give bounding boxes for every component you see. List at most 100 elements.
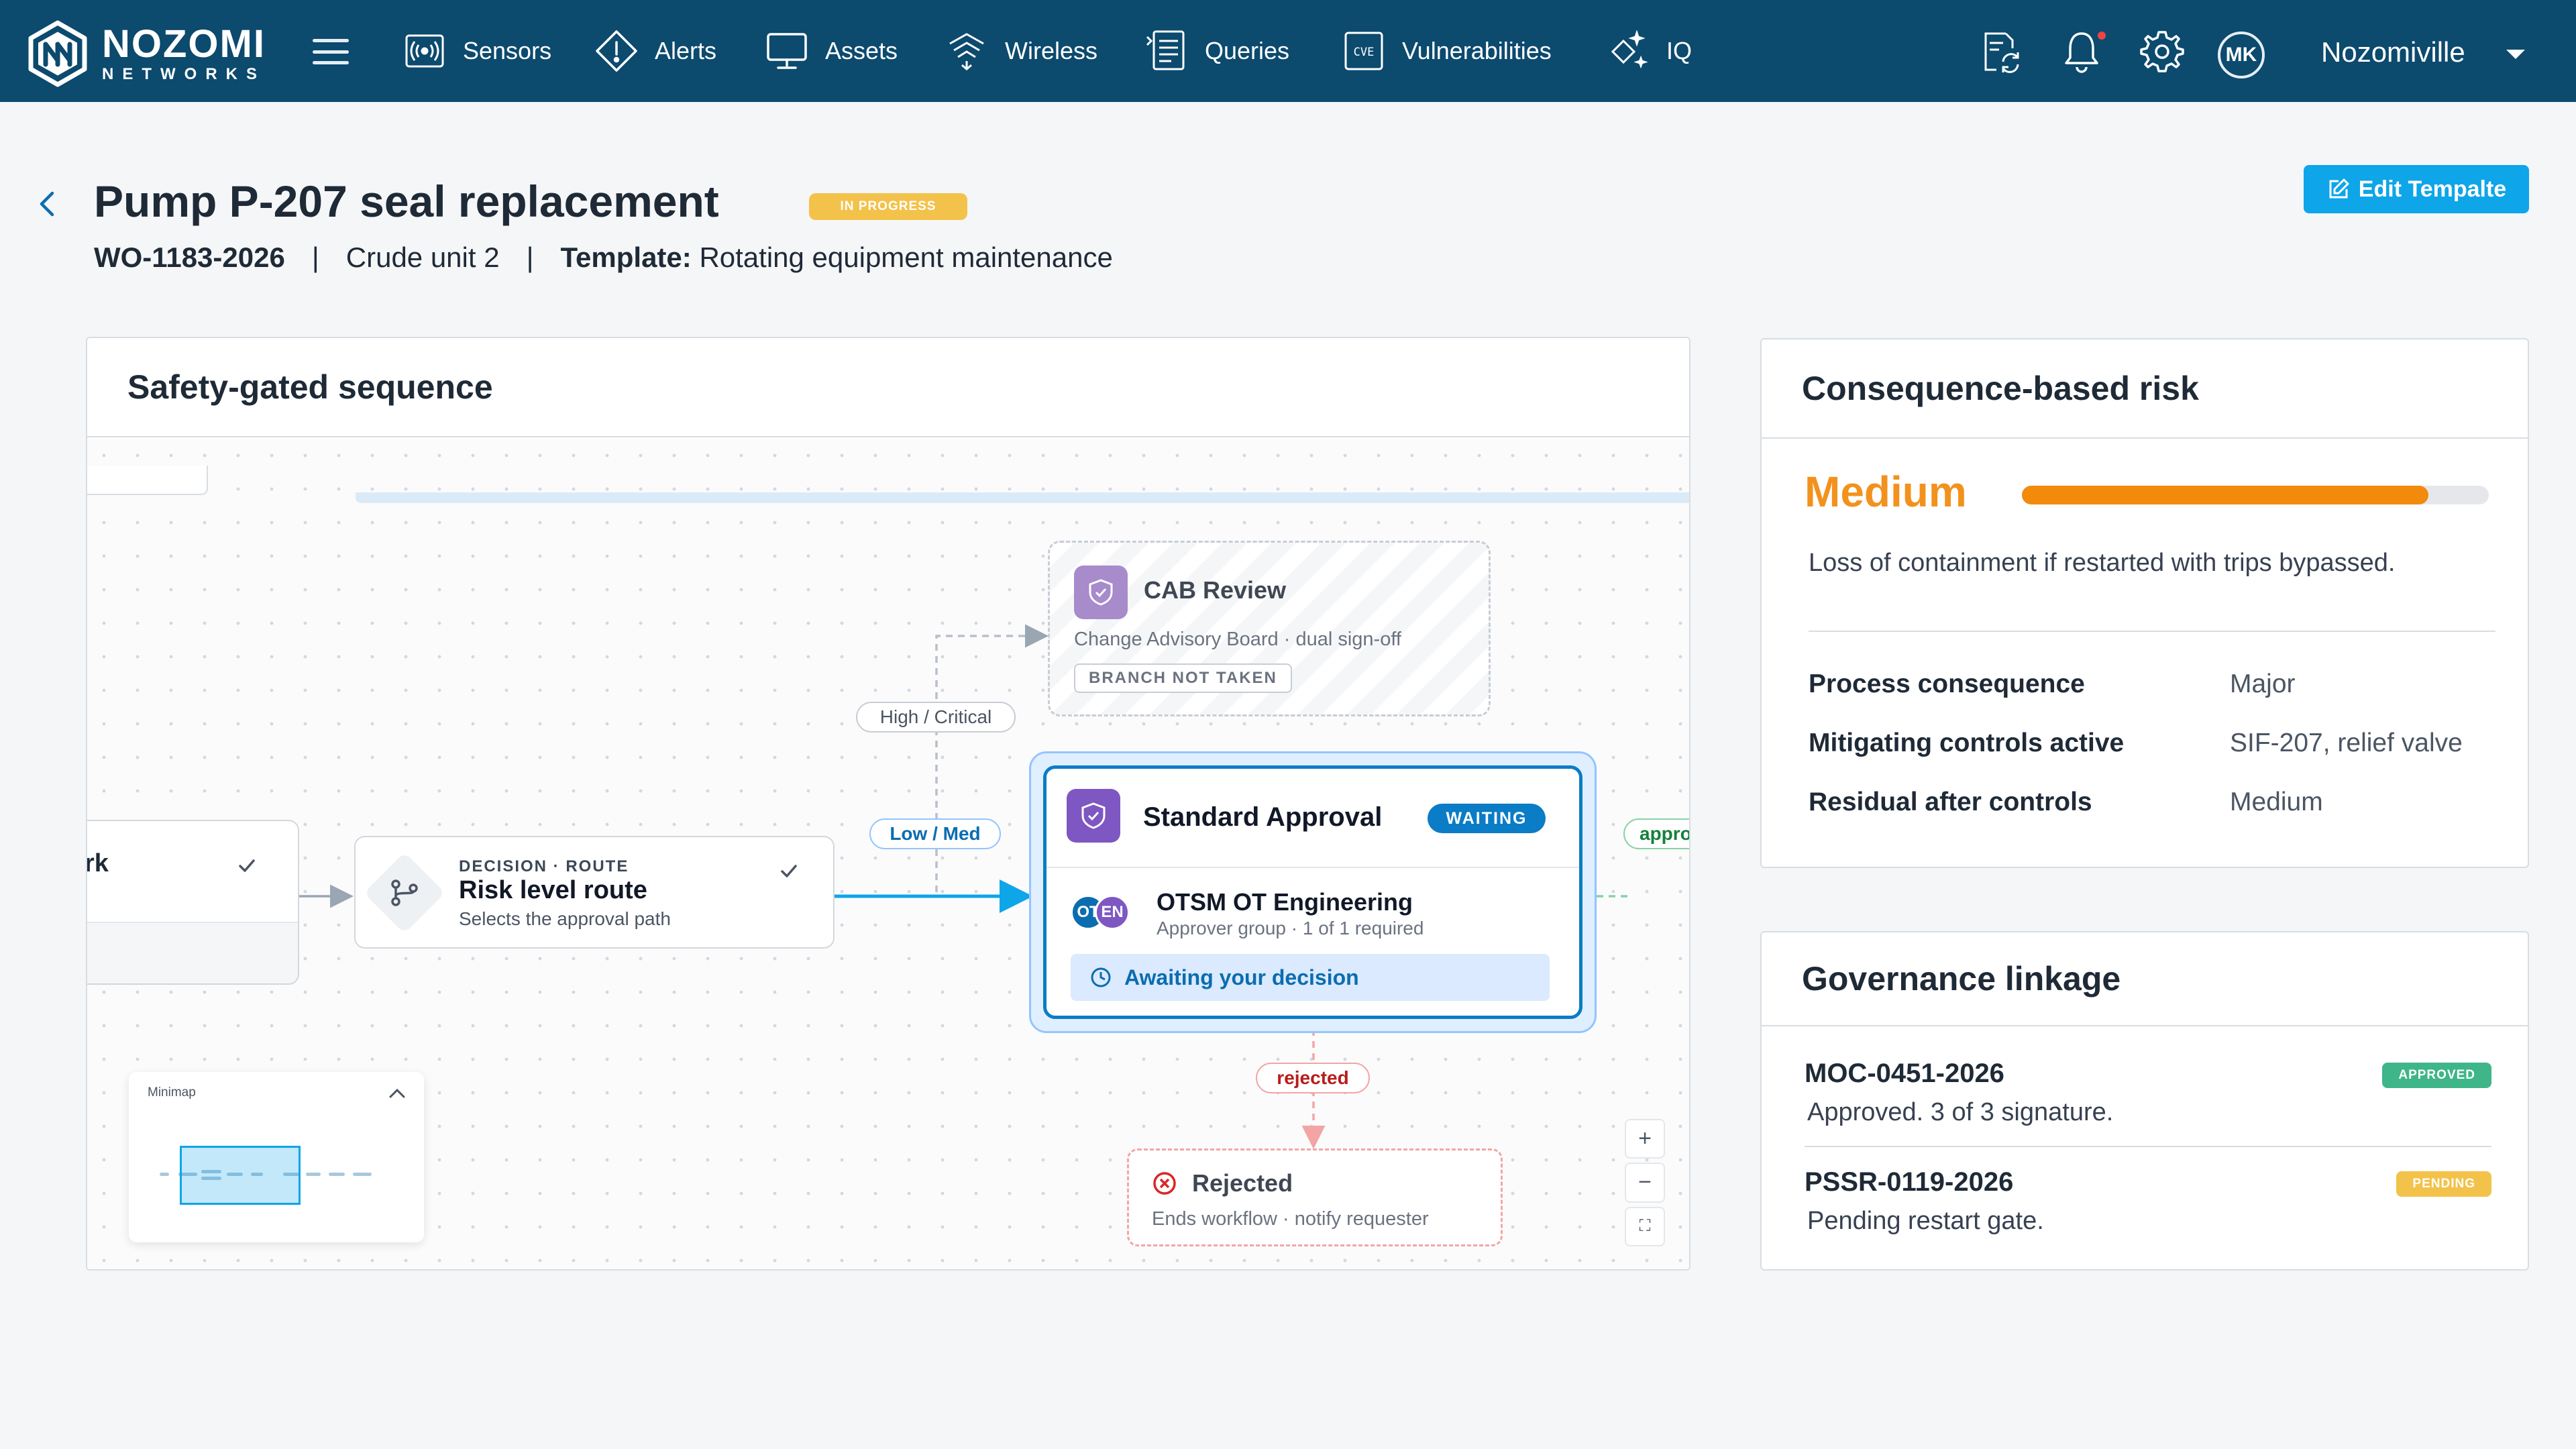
chevron-up-icon[interactable]	[385, 1081, 409, 1106]
standard-approval-node[interactable]: Standard Approval WAITING OT EN OTSM OT …	[1029, 751, 1597, 1033]
group-band	[356, 492, 1689, 503]
shield-check-icon	[1089, 579, 1113, 606]
template-label: Template:	[560, 241, 692, 273]
minimap-title: Minimap	[148, 1085, 196, 1099]
governance-item-description: Pending restart gate.	[1807, 1207, 2044, 1235]
governance-card: Governance linkage MOC-0451-2026 Approve…	[1760, 931, 2529, 1271]
brand-subname: NETWORKS	[102, 65, 266, 83]
workflow-card: Safety-gated sequence rk	[86, 337, 1690, 1271]
previous-node-fragment	[87, 466, 208, 495]
monitor-icon	[767, 33, 807, 69]
clock-icon	[1091, 967, 1111, 987]
route-icon-bg	[364, 852, 445, 934]
minimap-node	[329, 1173, 345, 1176]
gear-icon[interactable]	[2139, 28, 2186, 75]
nav-queries[interactable]: Queries	[1144, 27, 1289, 75]
node-title: rk	[87, 849, 109, 877]
risk-row-value: Major	[2230, 669, 2296, 698]
card-title: Safety-gated sequence	[127, 368, 493, 406]
chevron-down-icon[interactable]	[2506, 50, 2525, 59]
status-badge: APPROVED	[2382, 1063, 2491, 1088]
shield-icon-bg	[1067, 789, 1120, 843]
nav-label: IQ	[1666, 37, 1693, 64]
edge-label-rejected: rejected	[1256, 1063, 1370, 1093]
template-name: Rotating equipment maintenance	[699, 241, 1113, 273]
nav-label: Alerts	[655, 37, 717, 64]
nav-iq[interactable]: IQ	[1606, 27, 1692, 75]
node-footer	[87, 922, 298, 983]
governance-item[interactable]: MOC-0451-2026 Approved. 3 of 3 signature…	[1805, 1059, 2491, 1127]
zoom-out-button[interactable]: −	[1625, 1163, 1665, 1203]
separator: |	[526, 241, 534, 273]
tenant-selector[interactable]: Nozomiville	[2321, 36, 2465, 68]
risk-row-key: Process consequence	[1809, 669, 2085, 698]
edge-label-approved: appro	[1623, 818, 1689, 849]
back-arrow-icon[interactable]	[32, 189, 62, 219]
governance-item[interactable]: PSSR-0119-2026 Pending restart gate. PEN…	[1805, 1167, 2491, 1236]
node-title: CAB Review	[1144, 576, 1287, 604]
edit-template-button[interactable]: Edit Tempalte	[2304, 165, 2529, 213]
queries-icon	[1146, 30, 1185, 70]
node-subtitle: Change Advisory Board · dual sign-off	[1074, 629, 1401, 650]
node-kicker: DECISION · ROUTE	[459, 857, 629, 875]
zoom-controls: + − ⛶	[1625, 1119, 1665, 1250]
cab-review-node[interactable]: CAB Review Change Advisory Board · dual …	[1048, 541, 1491, 716]
nozomi-logo-icon	[28, 20, 87, 87]
edit-icon	[2329, 178, 2349, 199]
risk-row: Process consequence Major	[1809, 669, 2296, 699]
divider	[1809, 631, 2496, 632]
nozomi-logo[interactable]: NOZOMI NETWORKS	[24, 20, 266, 87]
branch-icon	[391, 879, 418, 906]
risk-row-value: SIF-207, relief valve	[2230, 729, 2463, 757]
report-sync-icon[interactable]	[1976, 28, 2023, 75]
node-title: Standard Approval	[1143, 802, 1383, 832]
nav-label: Queries	[1205, 37, 1290, 64]
status-badge: IN PROGRESS	[809, 193, 967, 220]
card-header: Consequence-based risk	[1762, 339, 2528, 439]
fit-view-button[interactable]: ⛶	[1625, 1206, 1665, 1246]
risk-row-value: Medium	[2230, 788, 2323, 816]
approver-group-meta: Approver group · 1 of 1 required	[1157, 918, 1424, 938]
card-header: Safety-gated sequence	[87, 338, 1689, 437]
risk-level: Medium	[1805, 468, 1967, 516]
nav-label: Wireless	[1005, 37, 1098, 64]
minimap-node	[353, 1173, 372, 1176]
risk-meter-fill	[2022, 486, 2428, 504]
svg-text:CVE: CVE	[1354, 46, 1375, 59]
minimap-edge	[160, 1173, 169, 1176]
approval-card: Standard Approval WAITING OT EN OTSM OT …	[1043, 765, 1582, 1019]
awaiting-decision-label: Awaiting your decision	[1124, 965, 1359, 989]
rejected-node[interactable]: Rejected Ends workflow · notify requeste…	[1127, 1148, 1503, 1246]
card-title: Consequence-based risk	[1802, 370, 2199, 407]
risk-route-node[interactable]: DECISION · ROUTE Risk level route Select…	[354, 836, 835, 949]
x-circle-icon	[1153, 1172, 1176, 1195]
risk-row-key: Residual after controls	[1809, 788, 2092, 816]
node-title: Rejected	[1192, 1169, 1293, 1197]
alert-icon	[596, 30, 637, 72]
governance-item-description: Approved. 3 of 3 signature.	[1807, 1098, 2114, 1126]
node-subtitle: Ends workflow · notify requester	[1152, 1208, 1429, 1230]
zoom-in-button[interactable]: +	[1625, 1119, 1665, 1159]
nav-assets[interactable]: Assets	[765, 27, 898, 75]
governance-item-id[interactable]: PSSR-0119-2026	[1805, 1167, 2491, 1197]
minimap[interactable]: Minimap	[129, 1072, 424, 1242]
nav-vulnerabilities[interactable]: CVE Vulnerabilities	[1342, 27, 1552, 75]
nav-alerts[interactable]: Alerts	[594, 27, 716, 75]
nav-label: Sensors	[463, 37, 552, 64]
nav-sensors[interactable]: Sensors	[402, 27, 551, 75]
shield-icon-bg	[1074, 566, 1128, 619]
notification-dot	[2096, 30, 2108, 42]
user-avatar[interactable]: MK	[2218, 32, 2265, 78]
workflow-canvas[interactable]: rk DECISION · ROUTE Risk level route Sel…	[87, 439, 1689, 1269]
awaiting-decision-button[interactable]: Awaiting your decision	[1071, 954, 1550, 1001]
edit-template-label: Edit Tempalte	[2358, 176, 2507, 202]
risk-row: Mitigating controls active SIF-207, reli…	[1809, 729, 2463, 758]
node-subtitle: Selects the approval path	[459, 908, 671, 929]
risk-meter	[2022, 486, 2489, 504]
prior-step-node[interactable]: rk	[87, 820, 299, 985]
minimap-viewport[interactable]	[180, 1146, 301, 1205]
status-badge: PENDING	[2396, 1171, 2491, 1197]
shield-check-icon	[1081, 802, 1106, 829]
menu-icon[interactable]	[313, 39, 349, 64]
nav-wireless[interactable]: Wireless	[945, 27, 1097, 75]
